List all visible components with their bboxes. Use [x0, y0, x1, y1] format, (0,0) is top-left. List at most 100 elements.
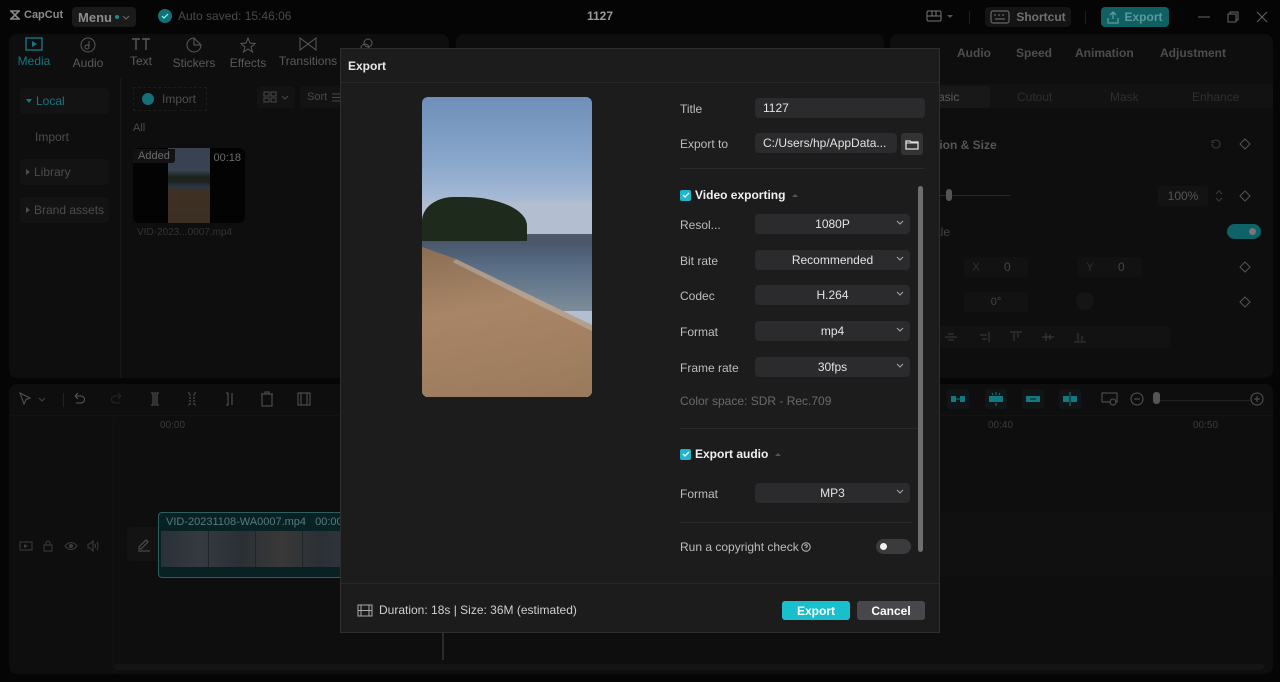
browse-folder-button[interactable] — [901, 133, 923, 155]
freeze-frame-icon[interactable] — [296, 391, 312, 407]
tab-label: Transitions — [278, 54, 338, 68]
tab-media[interactable]: Media — [5, 37, 63, 68]
folder-icon — [905, 139, 919, 150]
cover-toggle-icon[interactable] — [19, 539, 33, 553]
fit-timeline-icon[interactable] — [1101, 391, 1119, 407]
split-right-icon[interactable] — [222, 391, 238, 407]
clip-filename: VID-20231108-WA0007.mp4 — [166, 516, 307, 528]
rotation-dial[interactable] — [1076, 292, 1094, 310]
export-button-top[interactable]: Export — [1101, 7, 1169, 27]
tab-audio-props[interactable]: Audio — [957, 46, 991, 60]
align-right-icon[interactable] — [978, 332, 990, 342]
tab-stickers[interactable]: Stickers — [165, 37, 223, 70]
preview-axis-button[interactable] — [1059, 389, 1081, 409]
align-top-icon[interactable] — [1010, 331, 1022, 343]
scale-slider-handle[interactable] — [946, 189, 952, 201]
split-icon[interactable] — [147, 391, 163, 407]
view-toggle[interactable] — [257, 86, 295, 108]
collapse-icon[interactable] — [792, 193, 799, 197]
volume-icon[interactable] — [86, 539, 100, 553]
keyframe-icon[interactable] — [1239, 261, 1251, 273]
align-bottom-icon[interactable] — [1074, 331, 1086, 343]
select-cursor-icon[interactable] — [17, 391, 33, 407]
keyframe-icon[interactable] — [1239, 138, 1251, 150]
help-icon[interactable] — [801, 542, 811, 552]
zoom-slider-handle[interactable] — [1153, 392, 1160, 404]
export-button[interactable]: Export — [782, 601, 850, 620]
export-path-input[interactable]: C:/Users/hp/AppData... — [755, 133, 897, 153]
subtab-mask[interactable]: Mask — [1110, 90, 1139, 104]
split-left-icon[interactable] — [184, 391, 200, 407]
align-middle-icon[interactable] — [1042, 331, 1054, 343]
video-export-toggle[interactable]: Video exporting — [680, 188, 799, 202]
stepper-icon[interactable] — [1214, 188, 1224, 204]
video-clip[interactable]: VID-20231108-WA0007.mp4 00:00:18 — [158, 512, 358, 578]
edit-cover-button[interactable] — [127, 527, 161, 561]
cancel-button[interactable]: Cancel — [857, 601, 925, 620]
chevron-down-icon[interactable] — [37, 391, 47, 407]
tab-text[interactable]: Text — [112, 37, 170, 68]
codec-select[interactable]: H.264 — [755, 285, 910, 305]
eye-icon[interactable] — [64, 539, 78, 553]
tab-adjustment[interactable]: Adjustment — [1160, 46, 1226, 60]
tab-speed[interactable]: Speed — [1016, 46, 1052, 60]
scale-input[interactable]: 100% — [1158, 186, 1208, 206]
audio-format-select[interactable]: MP3 — [755, 483, 910, 503]
title-input[interactable]: 1127 — [755, 98, 925, 118]
chevron-down-icon — [896, 363, 904, 368]
tab-label: Text — [129, 54, 152, 68]
sidebar-item-local[interactable]: Local — [20, 88, 109, 114]
bitrate-select[interactable]: Recommended — [755, 250, 910, 270]
subtab-cutout[interactable]: Cutout — [1017, 90, 1052, 104]
layout-button[interactable] — [926, 10, 954, 22]
timeline-scrollbar[interactable] — [114, 664, 1264, 670]
reset-icon[interactable] — [1210, 138, 1222, 150]
y-label: Y — [1086, 260, 1095, 274]
auto-snap-button[interactable] — [985, 389, 1007, 409]
sidebar-item-library[interactable]: Library — [20, 159, 109, 185]
audio-export-checkbox[interactable] — [680, 448, 691, 460]
zoom-slider-track[interactable] — [1154, 400, 1250, 401]
subtab-enhance[interactable]: Enhance — [1192, 90, 1239, 104]
close-button[interactable] — [1254, 9, 1270, 25]
divider — [680, 168, 925, 169]
video-export-checkbox[interactable] — [680, 189, 691, 201]
align-center-h-icon[interactable] — [945, 332, 957, 342]
audio-export-toggle[interactable]: Export audio — [680, 447, 782, 461]
tab-effects[interactable]: Effects — [219, 37, 277, 70]
plus-circle-icon — [142, 93, 154, 105]
redo-icon[interactable] — [109, 391, 125, 407]
position-x-input[interactable]: X 0 — [964, 257, 1028, 277]
sidebar-item-brand-assets[interactable]: Brand assets — [20, 197, 109, 223]
uniform-scale-toggle[interactable] — [1227, 224, 1261, 239]
maximize-button[interactable] — [1225, 9, 1241, 25]
main-track-magnet-button[interactable] — [947, 389, 969, 409]
dialog-scrollbar[interactable] — [918, 186, 923, 552]
resolution-select[interactable]: 1080P — [755, 214, 910, 234]
zoom-in-icon[interactable] — [1249, 391, 1265, 407]
delete-icon[interactable] — [259, 391, 275, 407]
sidebar-label: Library — [34, 165, 71, 179]
format-select[interactable]: mp4 — [755, 321, 910, 341]
undo-icon[interactable] — [71, 391, 87, 407]
lock-icon[interactable] — [41, 539, 55, 553]
zoom-out-icon[interactable] — [1129, 391, 1145, 407]
position-y-input[interactable]: Y 0 — [1078, 257, 1142, 277]
keyframe-icon[interactable] — [1239, 296, 1251, 308]
collapse-icon[interactable] — [775, 452, 782, 456]
tab-transitions[interactable]: Transitions — [279, 37, 337, 68]
rotation-input[interactable]: 0° — [964, 292, 1028, 312]
media-item[interactable]: Added 00:18 — [133, 148, 245, 223]
tab-animation[interactable]: Animation — [1075, 46, 1134, 60]
tab-audio[interactable]: Audio — [59, 37, 117, 70]
framerate-select[interactable]: 30fps — [755, 357, 910, 377]
keyframe-icon[interactable] — [1239, 190, 1251, 202]
minimize-button[interactable] — [1196, 9, 1212, 25]
linkage-button[interactable] — [1022, 389, 1044, 409]
import-button[interactable]: Import — [133, 87, 207, 111]
menu-button[interactable]: Menu — [72, 7, 136, 27]
sidebar-label: Local — [36, 94, 65, 108]
sidebar-item-import[interactable]: Import — [20, 124, 109, 150]
copyright-toggle[interactable] — [876, 539, 911, 554]
shortcut-button[interactable]: Shortcut — [985, 7, 1071, 27]
